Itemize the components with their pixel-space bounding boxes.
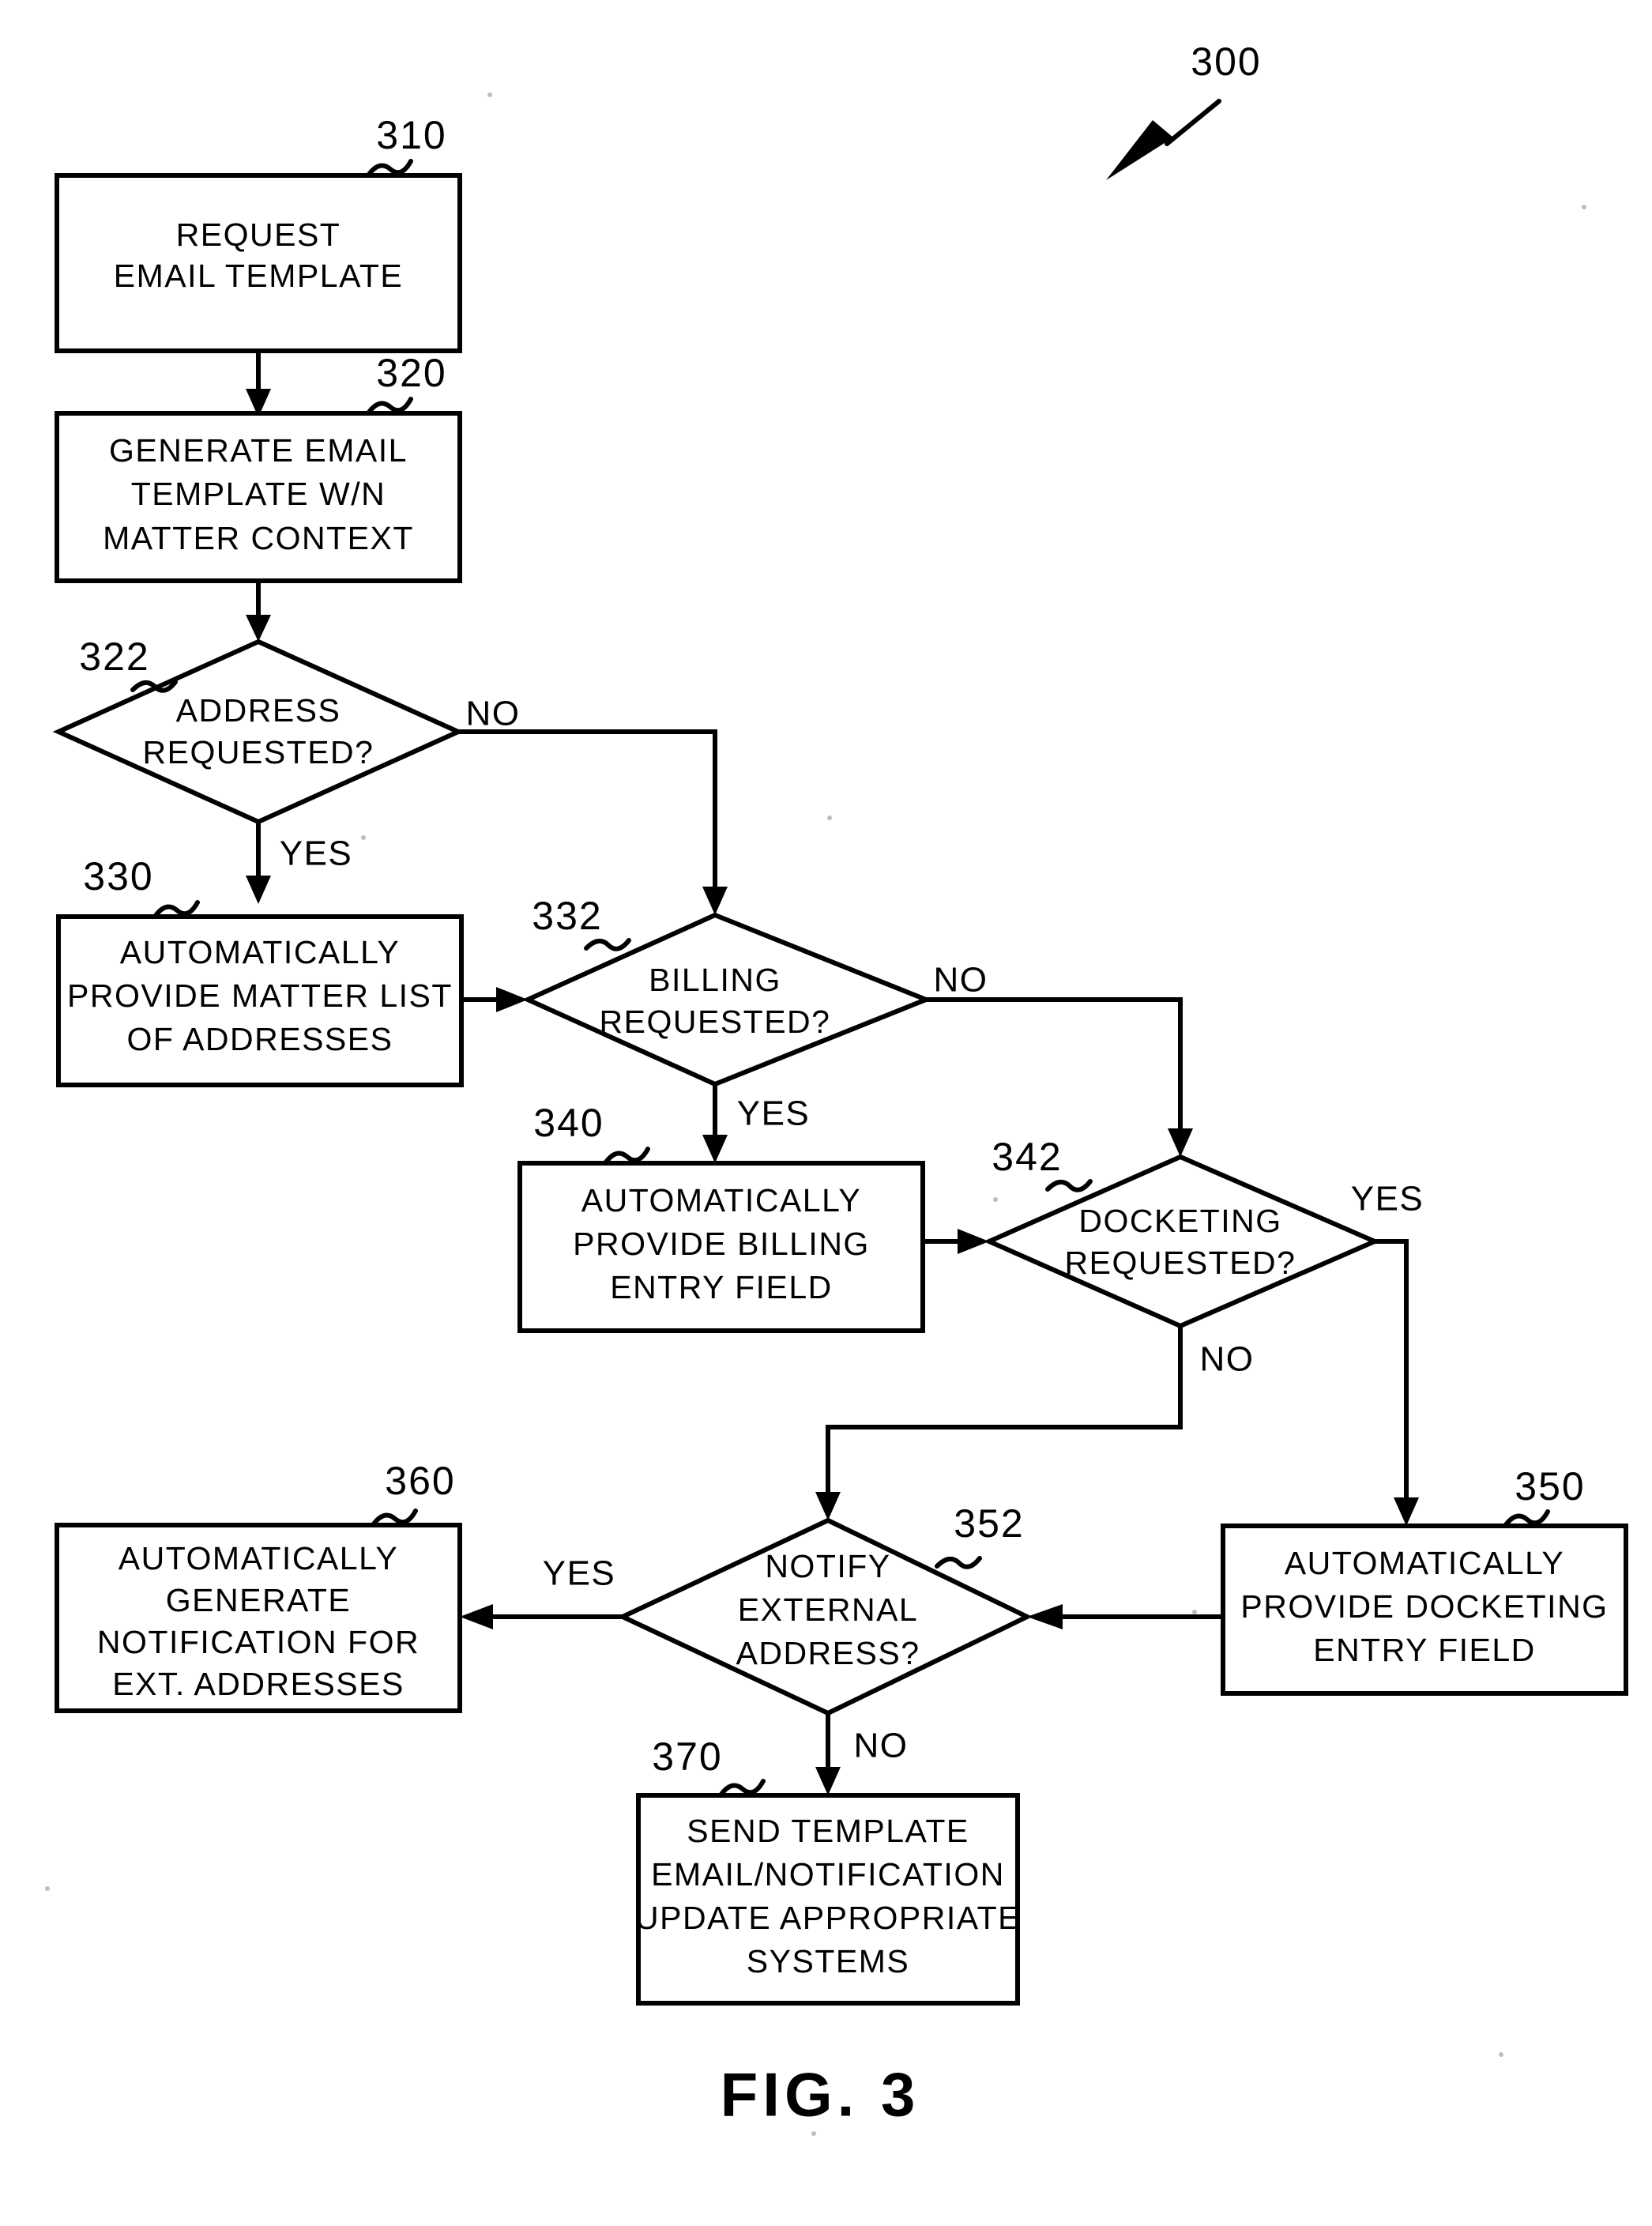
node-370-line-2: UPDATE APPROPRIATE	[635, 1900, 1021, 1936]
node-310-line-1: EMAIL TEMPLATE	[114, 258, 404, 294]
node-352-line-2: ADDRESS?	[736, 1635, 920, 1671]
ref-label-340: 340	[533, 1101, 604, 1145]
node-332-line-0: BILLING	[649, 962, 781, 998]
ref-label-352: 352	[954, 1501, 1024, 1546]
node-320-line-1: TEMPLATE W/N	[131, 476, 386, 512]
edge-label-332-no: NO	[934, 961, 988, 1000]
node-370-line-1: EMAIL/NOTIFICATION	[651, 1856, 1005, 1893]
ref-label-370: 370	[652, 1734, 722, 1779]
edge-label-352-yes: YES	[543, 1554, 616, 1593]
node-342-line-1: REQUESTED?	[1065, 1245, 1296, 1281]
figure-caption: FIG. 3	[721, 2060, 920, 2130]
node-350-line-2: ENTRY FIELD	[1313, 1632, 1536, 1668]
node-332-line-1: REQUESTED?	[600, 1004, 831, 1040]
edge-label-322-yes: YES	[280, 834, 353, 873]
node-310-line-0: REQUEST	[176, 217, 341, 253]
edge-label-332-yes: YES	[737, 1094, 811, 1133]
node-360-line-0: AUTOMATICALLY	[119, 1540, 398, 1576]
node-330-line-2: OF ADDRESSES	[127, 1021, 393, 1057]
ref-label-332: 332	[532, 894, 602, 938]
ref-label-310: 310	[376, 113, 446, 157]
flowchart-canvas: 300 REQUEST EMAIL TEMPLATE 310 GENERATE …	[0, 0, 1652, 2226]
node-340-line-2: ENTRY FIELD	[610, 1269, 833, 1305]
edge-label-342-no: NO	[1200, 1340, 1255, 1379]
node-350-line-1: PROVIDE DOCKETING	[1240, 1588, 1608, 1625]
node-320-line-0: GENERATE EMAIL	[109, 432, 408, 469]
ref-label-320: 320	[376, 351, 446, 395]
node-340-line-1: PROVIDE BILLING	[573, 1226, 870, 1262]
edge-label-322-no: NO	[466, 695, 521, 733]
ref-label-360: 360	[385, 1459, 455, 1503]
ref-label-300: 300	[1191, 40, 1261, 84]
edge-label-352-no: NO	[854, 1727, 909, 1765]
node-342-line-0: DOCKETING	[1078, 1203, 1281, 1239]
ref-label-330: 330	[83, 854, 153, 898]
node-370-line-0: SEND TEMPLATE	[687, 1813, 969, 1849]
node-322-line-0: ADDRESS	[176, 692, 341, 729]
node-330-line-1: PROVIDE MATTER LIST	[67, 977, 453, 1014]
node-360-line-3: EXT. ADDRESSES	[112, 1666, 405, 1702]
edge-label-342-yes: YES	[1351, 1180, 1424, 1218]
node-320-line-2: MATTER CONTEXT	[103, 520, 414, 556]
node-370-line-3: SYSTEMS	[747, 1943, 909, 1979]
node-360-line-1: GENERATE	[166, 1582, 352, 1618]
node-350-line-0: AUTOMATICALLY	[1285, 1545, 1564, 1581]
node-360-line-2: NOTIFICATION FOR	[97, 1624, 420, 1660]
ref-label-322: 322	[79, 635, 149, 679]
ref-label-342: 342	[992, 1135, 1062, 1179]
node-330-line-0: AUTOMATICALLY	[120, 934, 400, 970]
node-322-line-1: REQUESTED?	[143, 734, 374, 770]
ref-label-350: 350	[1515, 1464, 1585, 1508]
node-340-line-0: AUTOMATICALLY	[581, 1182, 861, 1218]
node-352-line-0: NOTIFY	[765, 1548, 890, 1584]
node-352-line-1: EXTERNAL	[738, 1591, 918, 1628]
patent-figure: 300 REQUEST EMAIL TEMPLATE 310 GENERATE …	[0, 0, 1652, 2226]
